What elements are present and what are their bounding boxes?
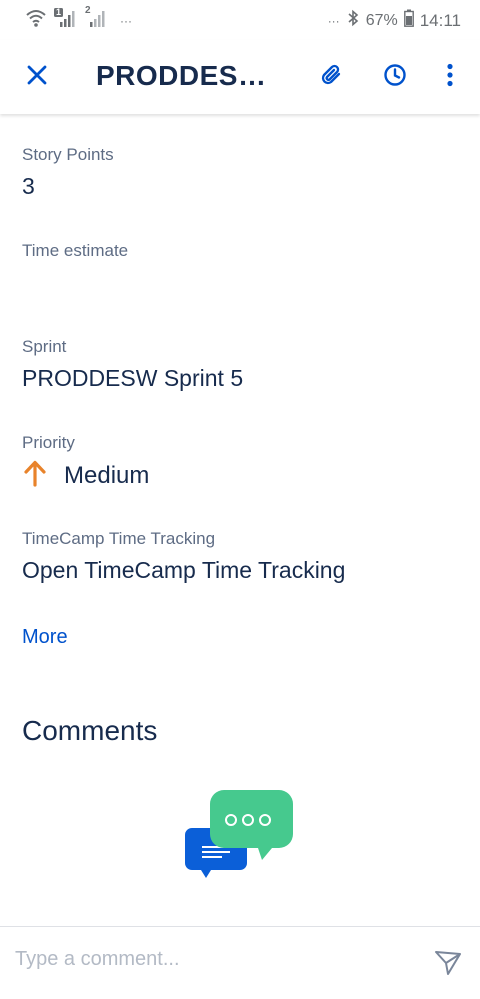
send-icon	[434, 950, 462, 981]
battery-percent: 67%	[365, 11, 398, 29]
story-points-field[interactable]: Story Points 3	[22, 145, 114, 200]
sim1-badge: 1	[56, 7, 62, 17]
signal-icon: 1	[54, 7, 76, 33]
send-button[interactable]	[428, 945, 468, 985]
sim2-badge: 2	[85, 5, 91, 16]
more-vertical-icon	[446, 63, 454, 92]
status-right-group: ··· 67% 14:11	[328, 9, 461, 32]
timecamp-value[interactable]: Open TimeCamp Time Tracking	[22, 557, 345, 584]
comment-input[interactable]	[15, 943, 415, 975]
history-button[interactable]	[375, 57, 415, 97]
status-left-group: 1 2 ···	[26, 5, 132, 33]
priority-row: Medium	[22, 459, 149, 492]
comment-composer	[0, 926, 480, 999]
status-more: ···	[327, 13, 340, 28]
issue-title: PRODDESW...	[96, 60, 286, 91]
priority-label: Priority	[22, 433, 75, 452]
paperclip-icon	[319, 63, 343, 92]
wifi-icon	[26, 9, 46, 32]
notification-more: ···	[120, 13, 132, 28]
more-link[interactable]: More	[22, 626, 68, 649]
close-button[interactable]	[17, 57, 57, 97]
priority-value: Medium	[64, 461, 150, 489]
timecamp-label: TimeCamp Time Tracking	[22, 529, 216, 548]
comments-heading: Comments	[22, 715, 158, 746]
clock-icon	[383, 63, 407, 92]
comments-empty-illustration	[184, 788, 296, 880]
close-icon	[26, 64, 48, 91]
story-points-label: Story Points	[22, 145, 114, 164]
clock-time: 14:11	[419, 10, 461, 30]
arrow-up-icon	[22, 459, 48, 492]
sprint-field[interactable]: Sprint PRODDESW Sprint 5	[22, 337, 243, 392]
time-estimate-label: Time estimate	[22, 241, 129, 260]
battery-icon	[403, 9, 414, 32]
story-points-value: 3	[22, 173, 35, 199]
status-bar: 1 2 ··· ··· 67% 14:11	[0, 0, 480, 40]
signal-icon-2: 2	[84, 5, 106, 33]
sprint-value: PRODDESW Sprint 5	[22, 365, 244, 391]
timecamp-field[interactable]: TimeCamp Time Tracking Open TimeCamp Tim…	[22, 529, 345, 584]
bluetooth-icon	[346, 9, 360, 32]
more-options-button[interactable]	[430, 57, 470, 97]
sprint-label: Sprint	[22, 337, 67, 356]
priority-field[interactable]: Priority Medium	[22, 433, 149, 492]
app-bar: PRODDESW...	[0, 40, 480, 114]
time-estimate-field[interactable]: Time estimate	[22, 241, 128, 269]
attachment-button[interactable]	[311, 57, 351, 97]
